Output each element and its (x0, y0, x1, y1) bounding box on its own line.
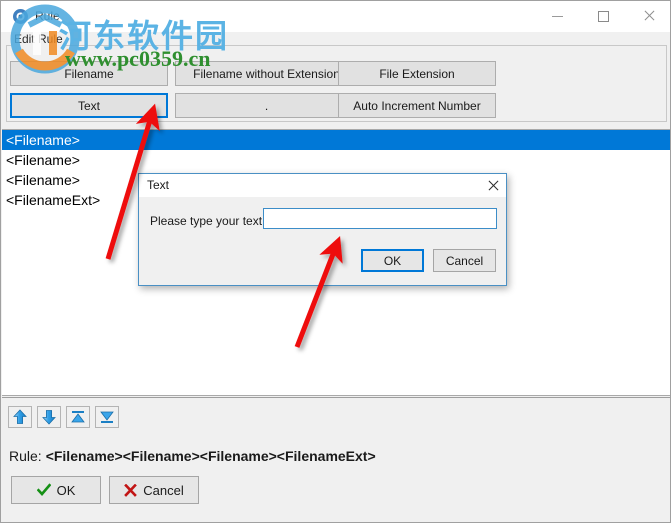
ok-button-label: OK (56, 482, 76, 498)
move-to-top-icon (71, 411, 85, 423)
rule-preview: Rule: <Filename><Filename><Filename><File… (9, 448, 376, 464)
cancel-button[interactable]: Cancel (109, 476, 199, 504)
bottom-panel: Rule: <Filename><Filename><Filename><File… (2, 397, 670, 522)
rule-preview-label: Rule: (9, 448, 42, 464)
dialog-titlebar: Text (139, 174, 506, 197)
ok-button[interactable]: OK (11, 476, 101, 504)
token-button-text[interactable]: Text (10, 93, 168, 118)
rule-editor-window: Rule Edit Rule Filename Filename without… (0, 0, 671, 523)
token-button-dot[interactable]: . (175, 93, 358, 118)
move-down-button[interactable] (37, 406, 61, 428)
dialog-cancel-button[interactable]: Cancel (433, 249, 496, 272)
maximize-button[interactable] (580, 1, 626, 31)
list-item[interactable]: <Filename> (2, 150, 670, 170)
token-button-file-extension[interactable]: File Extension (338, 61, 496, 86)
close-button[interactable] (626, 1, 670, 31)
move-to-bottom-button[interactable] (95, 406, 119, 428)
minimize-icon (551, 16, 563, 17)
window-title: Rule (35, 9, 60, 23)
rule-app-icon (13, 9, 28, 24)
arrow-up-icon (13, 409, 27, 424)
move-up-button[interactable] (8, 406, 32, 428)
text-input-dialog: Text Please type your text: OK Cancel (138, 173, 507, 286)
minimize-button[interactable] (534, 1, 580, 31)
close-icon (643, 10, 655, 22)
arrow-down-icon (42, 410, 56, 425)
token-button-filename-without-extension[interactable]: Filename without Extension (175, 61, 358, 86)
check-icon (36, 483, 51, 496)
list-item[interactable]: <Filename> (2, 130, 670, 150)
edit-rule-label: Edit Rule (11, 32, 66, 46)
dialog-ok-button[interactable]: OK (361, 249, 424, 272)
dialog-close-button[interactable] (487, 180, 499, 192)
dialog-prompt-label: Please type your text: (150, 214, 266, 228)
rule-preview-value: <Filename><Filename><Filename><FilenameE… (45, 448, 376, 464)
text-input-field[interactable] (263, 208, 497, 229)
move-to-bottom-icon (100, 411, 114, 423)
cross-icon (124, 483, 138, 497)
window-titlebar: Rule (1, 1, 670, 32)
cancel-button-label: Cancel (143, 482, 184, 498)
maximize-icon (597, 10, 609, 22)
token-button-auto-increment-number[interactable]: Auto Increment Number (338, 93, 496, 118)
token-button-filename[interactable]: Filename (10, 61, 168, 86)
dialog-title: Text (147, 178, 170, 192)
move-to-top-button[interactable] (66, 406, 90, 428)
